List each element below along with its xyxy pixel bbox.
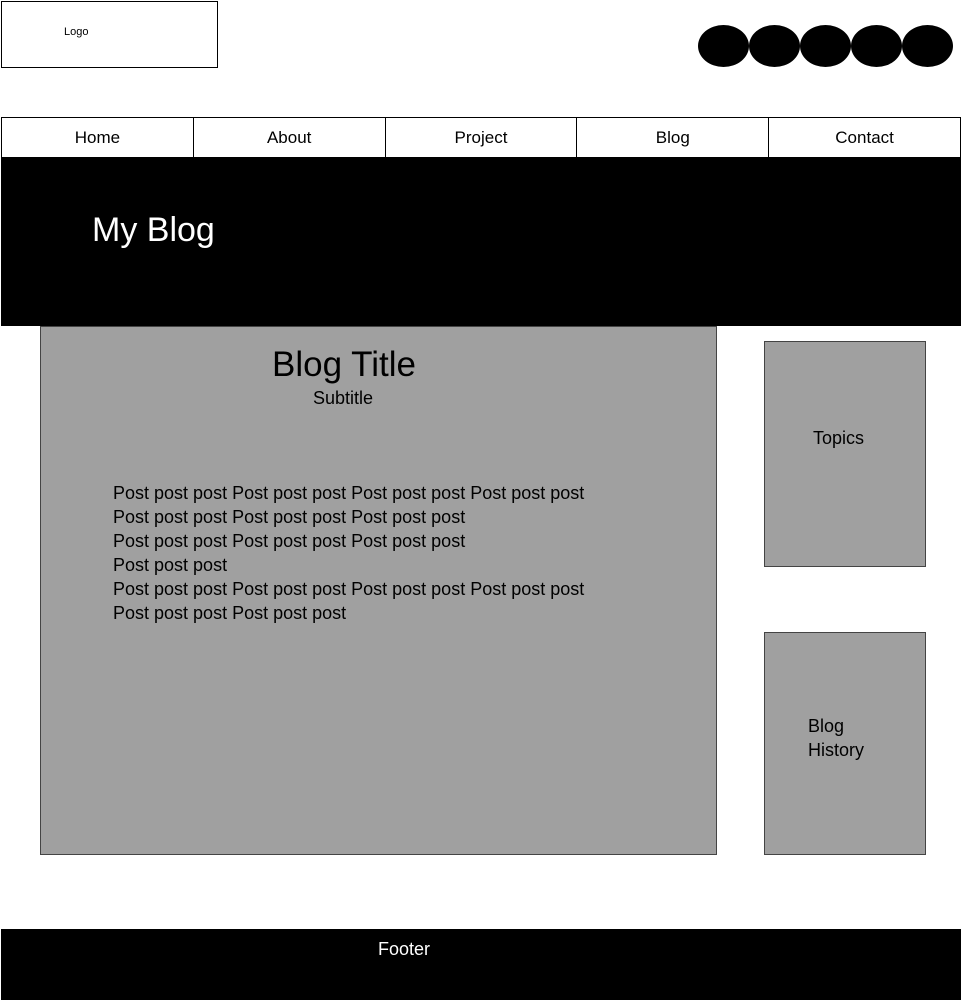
footer: Footer bbox=[1, 929, 961, 1000]
footer-label: Footer bbox=[378, 939, 431, 959]
social-icon[interactable] bbox=[698, 25, 749, 67]
page-title: My Blog bbox=[92, 211, 215, 249]
nav-item-blog[interactable]: Blog bbox=[577, 118, 770, 157]
social-icon[interactable] bbox=[902, 25, 953, 67]
social-icon[interactable] bbox=[749, 25, 800, 67]
blog-history-label: Blog History bbox=[808, 716, 865, 760]
blog-post: Blog Title Subtitle Post post post Post … bbox=[40, 326, 717, 855]
main-nav: Home About Project Blog Contact bbox=[1, 117, 961, 158]
post-line: Post post post Post post post Post post … bbox=[113, 483, 585, 503]
hero-banner: My Blog bbox=[1, 158, 961, 326]
nav-item-about[interactable]: About bbox=[194, 118, 386, 157]
post-line: Post post post Post post post Post post … bbox=[113, 507, 466, 527]
nav-item-project[interactable]: Project bbox=[386, 118, 578, 157]
topics-label: Topics bbox=[813, 428, 865, 448]
post-body: Post post post Post post post Post post … bbox=[113, 481, 633, 625]
blog-history-panel[interactable]: Blog History bbox=[764, 632, 926, 855]
social-links bbox=[698, 25, 954, 67]
nav-item-home[interactable]: Home bbox=[2, 118, 194, 157]
post-subtitle: Subtitle bbox=[312, 388, 374, 408]
social-icon[interactable] bbox=[851, 25, 902, 67]
post-title: Blog Title bbox=[272, 345, 416, 384]
social-icon[interactable] bbox=[800, 25, 851, 67]
logo-label: Logo bbox=[64, 26, 89, 38]
post-line: Post post post Post post post Post post … bbox=[113, 579, 585, 599]
post-line: Post post post Post post post Post post … bbox=[113, 531, 466, 551]
nav-item-contact[interactable]: Contact bbox=[769, 118, 960, 157]
post-line: Post post post bbox=[113, 555, 228, 575]
post-line: Post post post Post post post bbox=[113, 603, 347, 623]
logo[interactable]: Logo bbox=[1, 1, 218, 68]
topics-panel[interactable]: Topics bbox=[764, 341, 926, 567]
